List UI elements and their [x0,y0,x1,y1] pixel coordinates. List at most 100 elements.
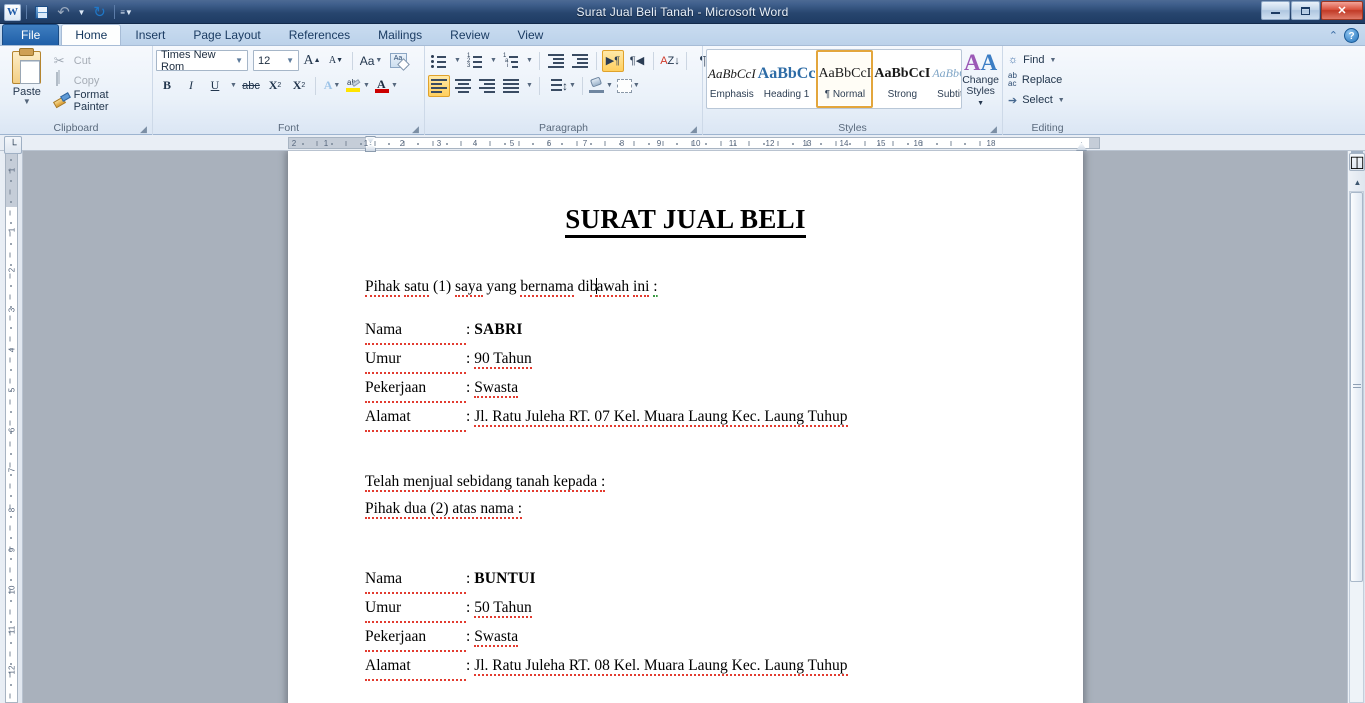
font-name-input[interactable]: Times New Rom ▼ [156,49,248,73]
party2-row-umur: Umur : 50 Tahun [365,594,1083,623]
ruler-tick [374,141,376,146]
grow-font-button[interactable]: A ▲ [301,50,323,72]
font-size-input[interactable]: 12 ▼ [253,50,299,71]
justify-dropdown[interactable]: ▼ [524,75,534,97]
ltr-text-direction-button[interactable]: ▶¶ [602,49,624,72]
redo-button[interactable]: ↻ [90,3,109,22]
chevron-down-icon: ▼ [1057,96,1065,104]
divider [539,76,540,95]
paragraph-dialog-launcher[interactable]: ◢ [688,124,699,135]
vertical-scrollbar[interactable]: ◫ ▲ [1347,151,1365,703]
underline-dropdown[interactable]: ▼ [228,75,238,97]
scroll-up-button[interactable]: ▲ [1350,175,1365,190]
style-preview: AaBbCc. [932,66,961,80]
tab-references[interactable]: References [275,24,364,45]
rtl-text-direction-button[interactable]: ¶◀ [626,50,648,72]
numbering-button[interactable]: 123 [464,50,486,72]
justify-button[interactable] [500,75,522,97]
copy-button[interactable]: Copy [51,71,149,90]
divider [581,76,583,95]
document-page[interactable]: SURAT JUAL BELI Pihak satu (1) saya yang… [288,151,1083,703]
restore-button[interactable] [1291,1,1320,20]
style-heading-1[interactable]: AaBbCс Heading 1 [757,50,817,108]
party2-row-alamat: Alamat : Jl. Ratu Juleha RT. 08 Kel. Mua… [365,652,1083,681]
change-case-icon: Aa [359,53,375,68]
increase-indent-button[interactable] [569,50,591,72]
minimize-button[interactable] [1261,1,1290,20]
field-label: Pekerjaan [365,623,466,652]
save-button[interactable] [32,3,51,22]
font-dialog-launcher[interactable]: ◢ [410,124,421,135]
bold-button[interactable]: B [156,75,178,97]
help-icon[interactable]: ? [1344,28,1359,43]
align-center-button[interactable] [452,75,474,97]
scroll-thumb[interactable] [1350,192,1363,582]
word-logo-icon[interactable]: W [4,3,21,21]
save-icon [35,5,48,19]
subscript-button[interactable]: X2 [264,75,286,97]
chevron-down-icon: ▼ [490,57,497,64]
decrease-indent-button[interactable] [545,50,567,72]
vertical-ruler[interactable]: 1123456789101112 [0,151,23,703]
multilevel-list-button[interactable]: 1ai [500,50,522,72]
shading-button[interactable]: ▼ [588,75,614,97]
collapse-ribbon-icon[interactable]: ⌃ [1329,29,1338,42]
ruler-track: 211234567891011121314151618 [288,137,1100,149]
style-normal[interactable]: AaBbCcI ¶ Normal [816,50,874,108]
italic-button[interactable]: I [180,75,202,97]
horizontal-ruler[interactable]: └ 211234567891011121314151618 [0,135,1365,154]
tab-review[interactable]: Review [436,24,503,45]
paste-button[interactable]: Paste ▼ [3,48,51,106]
close-button[interactable]: ✕ [1321,1,1363,20]
numbering-dropdown[interactable]: ▼ [488,50,498,72]
find-button[interactable]: ☼ Find ▼ [1006,50,1067,70]
style-strong[interactable]: AaBbCcI Strong [873,50,931,108]
font-color-button[interactable]: A ▼ [373,75,399,97]
tab-page-layout[interactable]: Page Layout [179,24,274,45]
select-button[interactable]: ➔ Select ▼ [1006,90,1067,110]
style-emphasis[interactable]: AaBbCcI Emphasis [707,50,757,108]
tab-home[interactable]: Home [61,24,122,45]
tab-insert[interactable]: Insert [121,24,179,45]
change-case-button[interactable]: Aa ▼ [358,50,384,72]
cut-button[interactable]: ✂ Cut [51,51,149,70]
scroll-trough[interactable] [1349,191,1364,703]
bullets-button[interactable] [428,50,450,72]
underline-button[interactable]: U [204,75,226,97]
superscript-button[interactable]: X2 [288,75,310,97]
align-left-button[interactable] [428,74,450,97]
replace-button[interactable]: ab ac Replace [1006,70,1067,90]
align-right-button[interactable] [476,75,498,97]
customize-qat-button[interactable]: ≡▼ [120,3,133,22]
style-subtitle[interactable]: AaBbCc. Subtitle [931,50,961,108]
multilevel-dropdown[interactable]: ▼ [524,50,534,72]
clipboard-dialog-launcher[interactable]: ◢ [138,124,149,135]
bullets-dropdown[interactable]: ▼ [452,50,462,72]
tab-mailings[interactable]: Mailings [364,24,436,45]
shrink-font-button[interactable]: A ▼ [325,50,347,72]
tab-view[interactable]: View [504,24,558,45]
tab-stop-selector[interactable]: └ [4,136,22,154]
ruler-tick-label: 7 [582,139,588,148]
quick-access-toolbar: W ↶ ▼ ↻ ≡▼ [0,1,133,23]
undo-button[interactable]: ↶ [54,3,73,22]
ruler-tick-label: 5 [509,139,515,148]
cursor-icon: ➔ [1008,94,1018,107]
ruler-tick [518,141,520,146]
strikethrough-button[interactable]: abc [240,75,262,97]
browse-object-button[interactable]: ◫ [1349,153,1365,171]
clear-formatting-button[interactable]: Aa [386,50,410,72]
text-effects-button[interactable]: A ▼ [321,75,343,97]
line-spacing-button[interactable]: ↕ ▼ [545,75,577,97]
ruler-tick [705,143,708,145]
highlight-button[interactable]: ab ▼ [345,75,371,97]
sort-button[interactable]: AZ↓ [659,50,681,72]
document-body[interactable]: SURAT JUAL BELI Pihak satu (1) saya yang… [288,151,1083,703]
styles-dialog-launcher[interactable]: ◢ [988,124,999,135]
tab-file[interactable]: File [2,24,60,45]
change-styles-button[interactable]: AA Change Styles ▼ [962,49,999,109]
borders-button[interactable]: ▼ [616,75,641,97]
undo-dropdown[interactable]: ▼ [76,3,87,22]
format-painter-button[interactable]: Format Painter [51,89,149,113]
group-paragraph: ▼ 123 ▼ 1ai ▼ ▶¶ ¶◀ AZ↓ ¶ ▼ ↕ ▼ ▼ ▼ Para… [424,46,706,135]
